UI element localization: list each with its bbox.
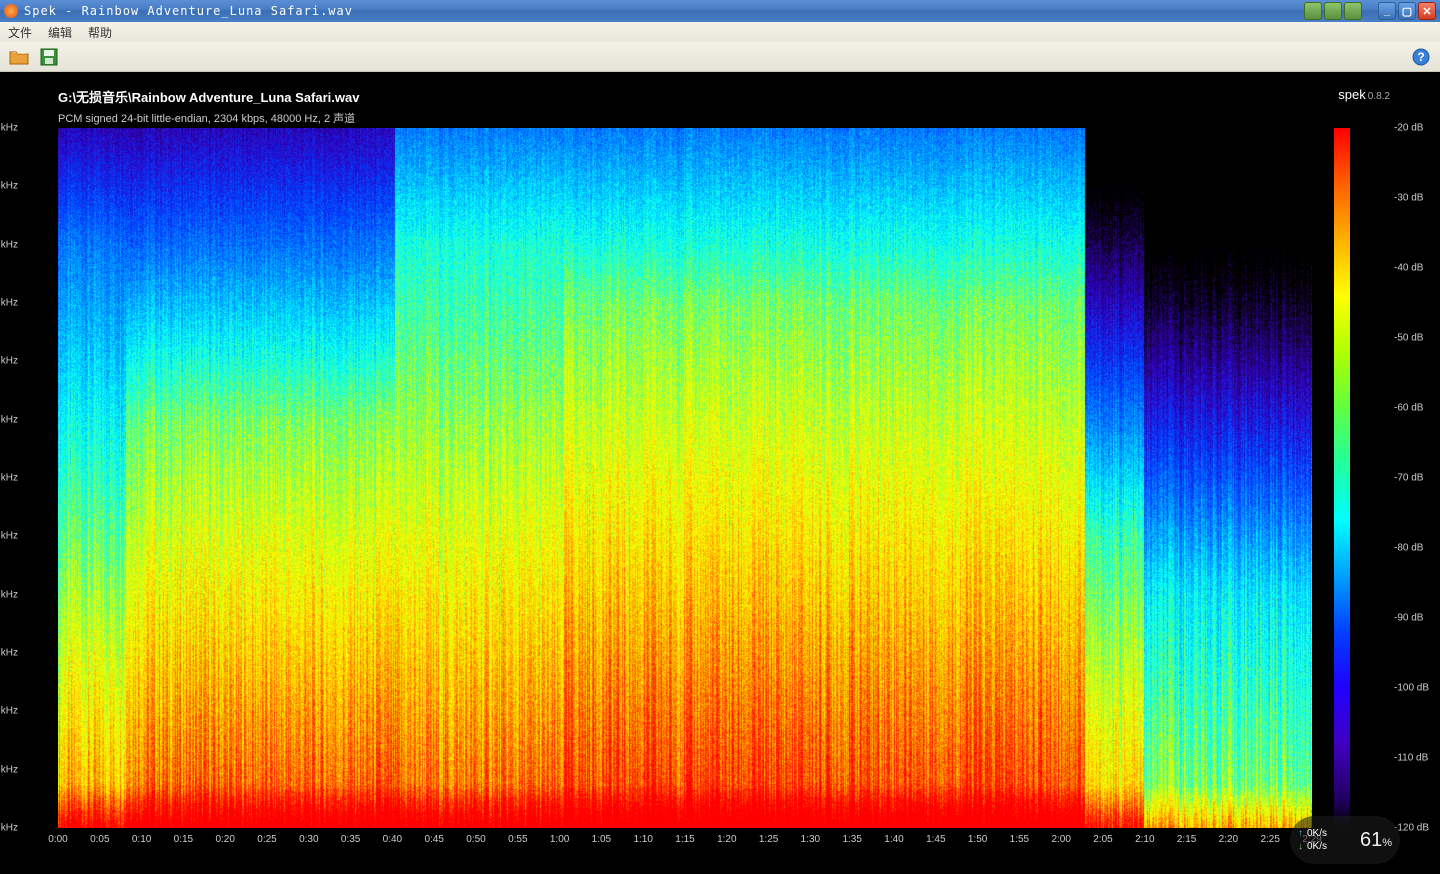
x-tick: 0:30 xyxy=(299,834,318,845)
y-tick: 0 kHz xyxy=(0,823,18,834)
window-title: Spek - Rainbow Adventure_Luna Safari.wav xyxy=(24,4,353,18)
db-tick: -20 dB xyxy=(1394,123,1423,134)
colorbar xyxy=(1334,128,1350,828)
menu-edit[interactable]: 编辑 xyxy=(48,24,72,41)
db-tick: -80 dB xyxy=(1394,543,1423,554)
db-tick: -60 dB xyxy=(1394,403,1423,414)
db-tick: -70 dB xyxy=(1394,473,1423,484)
save-icon[interactable] xyxy=(38,46,60,68)
close-button[interactable]: ✕ xyxy=(1418,2,1436,20)
x-tick: 1:10 xyxy=(633,834,652,845)
db-tick: -50 dB xyxy=(1394,333,1423,344)
content-area: G:\无损音乐\Rainbow Adventure_Luna Safari.wa… xyxy=(0,72,1440,874)
spectrogram-canvas xyxy=(58,128,1312,828)
y-tick: 22 kHz xyxy=(0,181,18,192)
minimize-button[interactable]: _ xyxy=(1378,2,1396,20)
help-icon[interactable]: ? xyxy=(1410,46,1432,68)
audio-metadata: PCM signed 24-bit little-endian, 2304 kb… xyxy=(58,110,355,126)
x-tick: 1:50 xyxy=(968,834,987,845)
y-tick: 14 kHz xyxy=(0,414,18,425)
network-overlay: ↑ 0K/s ↓ 0K/s 61% xyxy=(1290,816,1400,864)
x-tick: 0:35 xyxy=(341,834,360,845)
upload-icon: ↑ xyxy=(1298,828,1303,839)
app-icon xyxy=(4,4,18,18)
y-tick: 20 kHz xyxy=(0,239,18,250)
x-tick: 0:00 xyxy=(48,834,67,845)
x-tick: 1:45 xyxy=(926,834,945,845)
svg-text:?: ? xyxy=(1417,50,1424,64)
y-tick: 10 kHz xyxy=(0,531,18,542)
x-tick: 1:20 xyxy=(717,834,736,845)
y-tick: 4 kHz xyxy=(0,706,18,717)
x-tick: 2:20 xyxy=(1219,834,1238,845)
percent-indicator: 61% xyxy=(1360,829,1392,852)
y-tick: 12 kHz xyxy=(0,473,18,484)
maximize-button[interactable]: ▢ xyxy=(1398,2,1416,20)
app-version: spek0.8.2 xyxy=(1338,87,1390,102)
x-tick: 1:05 xyxy=(592,834,611,845)
spectrogram-plot xyxy=(58,128,1312,828)
x-tick: 1:00 xyxy=(550,834,569,845)
x-tick: 2:05 xyxy=(1093,834,1112,845)
menubar: 文件 编辑 帮助 xyxy=(0,22,1440,42)
open-folder-icon[interactable] xyxy=(8,46,30,68)
x-tick: 0:55 xyxy=(508,834,527,845)
menu-file[interactable]: 文件 xyxy=(8,24,32,41)
x-tick: 0:25 xyxy=(257,834,276,845)
x-tick: 1:25 xyxy=(759,834,778,845)
x-tick: 1:40 xyxy=(884,834,903,845)
db-tick: -30 dB xyxy=(1394,193,1423,204)
db-tick: -120 dB xyxy=(1394,823,1429,834)
x-tick: 0:05 xyxy=(90,834,109,845)
menu-help[interactable]: 帮助 xyxy=(88,24,112,41)
x-tick: 0:45 xyxy=(424,834,443,845)
db-tick: -100 dB xyxy=(1394,683,1429,694)
x-tick: 0:20 xyxy=(215,834,234,845)
x-tick: 1:15 xyxy=(675,834,694,845)
x-tick: 1:35 xyxy=(842,834,861,845)
db-tick: -40 dB xyxy=(1394,263,1423,274)
file-path: G:\无损音乐\Rainbow Adventure_Luna Safari.wa… xyxy=(58,87,359,106)
x-tick: 0:10 xyxy=(132,834,151,845)
x-tick: 1:30 xyxy=(801,834,820,845)
y-tick: 24 kHz xyxy=(0,123,18,134)
download-rate: 0K/s xyxy=(1307,841,1327,852)
y-tick: 2 kHz xyxy=(0,764,18,775)
x-tick: 2:00 xyxy=(1051,834,1070,845)
x-tick: 2:10 xyxy=(1135,834,1154,845)
download-icon: ↓ xyxy=(1298,841,1303,852)
upload-rate: 0K/s xyxy=(1307,828,1327,839)
x-tick: 0:40 xyxy=(383,834,402,845)
nvidia-badge xyxy=(1304,2,1362,20)
x-tick: 0:15 xyxy=(174,834,193,845)
toolbar: ? xyxy=(0,42,1440,72)
titlebar[interactable]: Spek - Rainbow Adventure_Luna Safari.wav… xyxy=(0,0,1440,22)
db-tick: -90 dB xyxy=(1394,613,1423,624)
x-tick: 0:50 xyxy=(466,834,485,845)
db-tick: -110 dB xyxy=(1394,753,1428,764)
x-tick: 2:15 xyxy=(1177,834,1196,845)
x-tick: 2:25 xyxy=(1260,834,1279,845)
y-tick: 18 kHz xyxy=(0,298,18,309)
y-tick: 6 kHz xyxy=(0,648,18,659)
y-tick: 16 kHz xyxy=(0,356,18,367)
x-tick: 1:55 xyxy=(1010,834,1029,845)
y-tick: 8 kHz xyxy=(0,589,18,600)
